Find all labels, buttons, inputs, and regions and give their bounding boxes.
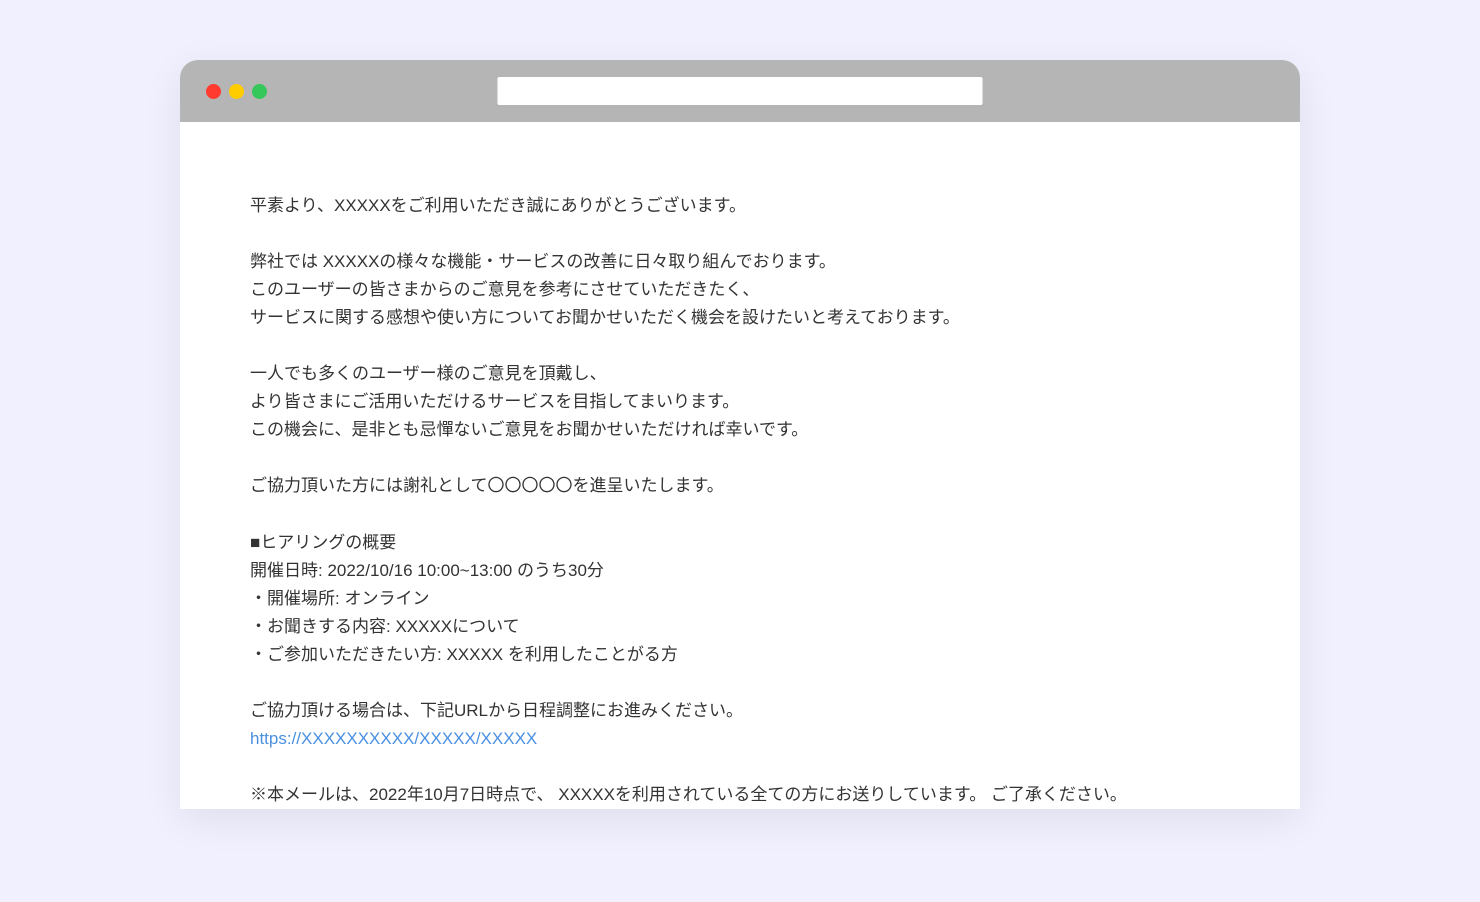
overview-audience: ・ご参加いただきたい方: XXXXX を利用したことがる方 <box>250 641 1230 669</box>
purpose-line: 一人でも多くのユーザー様のご意見を頂戴し、 <box>250 360 1230 388</box>
reward-text: ご協力頂いた方には謝礼として〇〇〇〇〇を進呈いたします。 <box>250 472 1230 500</box>
maximize-icon[interactable] <box>252 84 267 99</box>
email-body: 平素より、XXXXXをご利用いただき誠にありがとうございます。 弊社では XXX… <box>180 122 1300 809</box>
traffic-lights <box>206 84 267 99</box>
intro-line: このユーザーの皆さまからのご意見を参考にさせていただきたく、 <box>250 276 1230 304</box>
close-icon[interactable] <box>206 84 221 99</box>
intro-line: 弊社では XXXXXの様々な機能・サービスの改善に日々取り組んでおります。 <box>250 248 1230 276</box>
address-bar[interactable] <box>498 77 983 105</box>
intro-line: サービスに関する感想や使い方についてお聞かせいただく機会を設けたいと考えておりま… <box>250 304 1230 332</box>
browser-window: 平素より、XXXXXをご利用いただき誠にありがとうございます。 弊社では XXX… <box>180 60 1300 809</box>
overview-datetime: 開催日時: 2022/10/16 10:00~13:00 のうち30分 <box>250 557 1230 585</box>
purpose-line: この機会に、是非とも忌憚ないご意見をお聞かせいただければ幸いです。 <box>250 416 1230 444</box>
footnote-text: ※本メールは、2022年10月7日時点で、 XXXXXを利用されている全ての方に… <box>250 781 1230 809</box>
scheduling-link[interactable]: https://XXXXXXXXXX/XXXXX/XXXXX <box>250 729 537 748</box>
cta-text: ご協力頂ける場合は、下記URLから日程調整にお進みください。 <box>250 697 1230 725</box>
overview-topic: ・お聞きする内容: XXXXXについて <box>250 613 1230 641</box>
overview-location: ・開催場所: オンライン <box>250 585 1230 613</box>
minimize-icon[interactable] <box>229 84 244 99</box>
greeting-text: 平素より、XXXXXをご利用いただき誠にありがとうございます。 <box>250 192 1230 220</box>
overview-heading: ■ヒアリングの概要 <box>250 529 1230 557</box>
title-bar <box>180 60 1300 122</box>
purpose-line: より皆さまにご活用いただけるサービスを目指してまいります。 <box>250 388 1230 416</box>
